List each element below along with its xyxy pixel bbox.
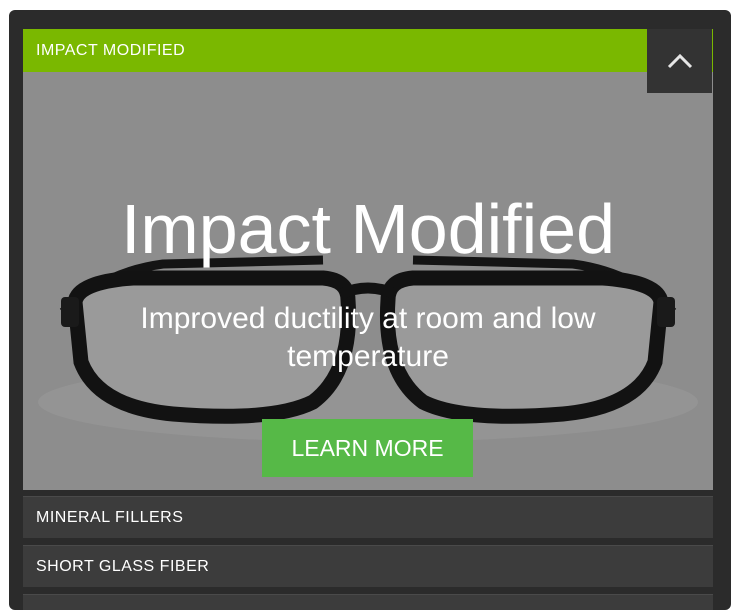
- learn-more-button[interactable]: LEARN MORE: [262, 419, 473, 477]
- accordion-panel-impact-modified: IMPACT MODIFIED Impact Modified Improved…: [23, 29, 713, 490]
- accordion-container: IMPACT MODIFIED Impact Modified Improved…: [9, 10, 731, 610]
- hero-title: Impact Modified: [120, 190, 616, 268]
- accordion-item-mineral-fillers[interactable]: MINERAL FILLERS: [23, 496, 713, 538]
- accordion-header-impact-modified[interactable]: IMPACT MODIFIED: [23, 29, 713, 72]
- accordion-item-short-glass-fiber[interactable]: SHORT GLASS FIBER: [23, 545, 713, 587]
- accordion-item-next[interactable]: [23, 594, 713, 610]
- collapse-button[interactable]: [647, 29, 712, 93]
- hero-subtitle: Improved ductility at room and low tempe…: [140, 302, 596, 373]
- chevron-up-icon: [667, 53, 693, 69]
